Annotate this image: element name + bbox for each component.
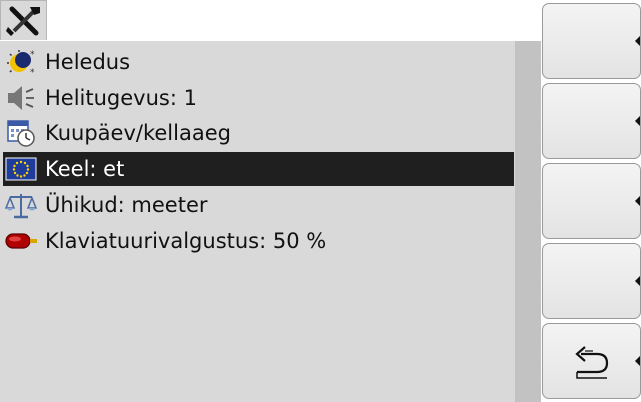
menu-item-label: Kuupäev/kellaaeg xyxy=(45,121,231,145)
menu-item-brightness[interactable]: * * Heledus xyxy=(3,45,514,79)
scale-icon xyxy=(3,189,39,221)
softkey-1[interactable] xyxy=(542,3,641,79)
softkey-2[interactable] xyxy=(542,83,641,159)
softkey-notch xyxy=(635,356,640,366)
svg-text:*: * xyxy=(30,50,35,60)
menu-item-date-time[interactable]: Kuupäev/kellaaeg xyxy=(3,116,514,150)
menu-item-volume[interactable]: Helitugevus: 1 xyxy=(3,81,514,115)
softkey-back-button[interactable] xyxy=(542,323,641,399)
softkey-notch xyxy=(635,276,640,286)
menu-item-language[interactable]: Keel: et xyxy=(3,152,514,186)
softkey-3[interactable] xyxy=(542,163,641,239)
menu-item-label: Helitugevus: 1 xyxy=(45,86,197,110)
calendar-clock-icon xyxy=(3,117,39,149)
menu-item-label: Klaviatuurivalgustus: 50 % xyxy=(45,229,327,253)
tools-icon xyxy=(6,6,40,36)
softkey-notch xyxy=(635,36,640,46)
softkey-4[interactable] xyxy=(542,243,641,319)
menu-item-label: Keel: et xyxy=(45,157,125,181)
brightness-icon: * * xyxy=(3,46,39,78)
keyboard-light-icon xyxy=(3,225,39,257)
softkey-notch xyxy=(635,196,640,206)
return-icon xyxy=(575,346,609,379)
settings-tab[interactable] xyxy=(0,0,47,40)
svg-text:*: * xyxy=(30,68,35,77)
menu-item-label: Ühikud: meeter xyxy=(45,193,208,217)
scrollbar[interactable] xyxy=(515,41,541,402)
eu-flag-icon xyxy=(3,153,39,185)
menu-item-keyboard-light[interactable]: Klaviatuurivalgustus: 50 % xyxy=(3,224,514,258)
menu-item-units[interactable]: Ühikud: meeter xyxy=(3,188,514,222)
softkey-notch xyxy=(635,116,640,126)
speaker-icon xyxy=(3,82,39,114)
menu-item-label: Heledus xyxy=(45,50,131,74)
settings-screen: * * Heledus Helitugevus: 1 Kuupäev/kella… xyxy=(0,0,641,402)
